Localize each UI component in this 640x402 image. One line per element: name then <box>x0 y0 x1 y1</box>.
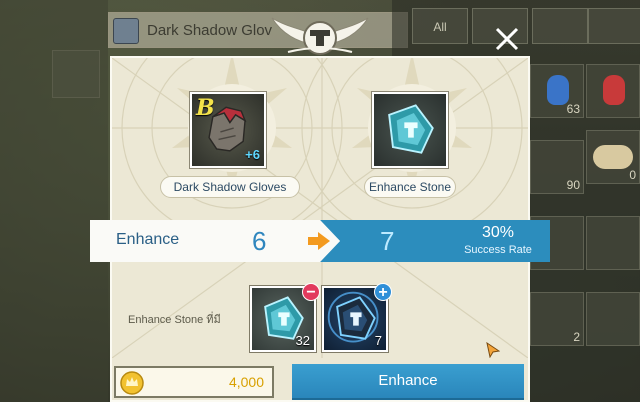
inventory-slot[interactable] <box>586 216 640 270</box>
inventory-slot[interactable]: 90 <box>530 140 584 194</box>
item-enhance-level: +6 <box>245 147 260 162</box>
material-count: 32 <box>295 333 310 348</box>
inventory-count: 0 <box>629 168 636 182</box>
item-type-icon <box>113 18 139 44</box>
inventory-slot[interactable]: 63 <box>530 64 584 118</box>
material-count: 7 <box>374 333 382 348</box>
gold-cost-box: 4,000 <box>114 366 274 398</box>
inventory-slot[interactable] <box>586 64 640 118</box>
enhance-stone-slot[interactable] <box>372 92 448 168</box>
background-left-panel <box>0 0 108 402</box>
success-rate-label: Success Rate <box>464 244 532 256</box>
close-icon[interactable] <box>492 24 522 54</box>
enhance-stone-icon <box>388 104 434 154</box>
background-title-text: Dark Shadow Glov <box>147 22 273 39</box>
inventory-count: 63 <box>566 102 580 116</box>
potion-icon <box>547 75 569 105</box>
enhance-button[interactable]: Enhance <box>292 364 524 400</box>
inventory-tab[interactable] <box>588 8 640 44</box>
inventory-slot[interactable]: 2 <box>530 292 584 346</box>
inventory-slot[interactable]: 0 <box>586 130 640 184</box>
gold-coin-icon <box>120 371 144 395</box>
winged-anvil-crest-icon <box>271 17 369 55</box>
food-icon <box>593 145 633 169</box>
gold-cost-amount: 4,000 <box>228 374 264 390</box>
enhance-label: Enhance <box>116 231 180 248</box>
inventory-count: 90 <box>566 178 580 192</box>
stone-name-label: Enhance Stone <box>364 176 456 198</box>
potion-icon <box>603 75 625 105</box>
enhance-target-slot[interactable]: B +6 <box>190 92 266 168</box>
background-slot <box>52 50 100 98</box>
enhance-level-bar: Enhance 6 7 30% Success Rate <box>90 220 550 262</box>
arrow-right-icon <box>308 232 330 250</box>
success-rate-value: 30% <box>481 224 515 241</box>
inventory-tab-all[interactable]: All <box>412 8 468 44</box>
owned-stones-label: Enhance Stone ที่มี <box>128 314 221 326</box>
game-screen: Dark Shadow Glov All 63 90 0 2 B +6 Dark… <box>0 0 640 402</box>
inventory-slot[interactable] <box>586 292 640 346</box>
inventory-tab[interactable] <box>532 8 588 44</box>
next-level: 7 <box>380 226 395 256</box>
remove-stone-button[interactable]: − <box>302 283 320 301</box>
item-name-label: Dark Shadow Gloves <box>160 176 300 198</box>
add-stone-button[interactable]: + <box>374 283 392 301</box>
cursor-icon <box>486 342 500 358</box>
current-level: 6 <box>252 226 267 256</box>
inventory-count: 2 <box>573 330 580 344</box>
